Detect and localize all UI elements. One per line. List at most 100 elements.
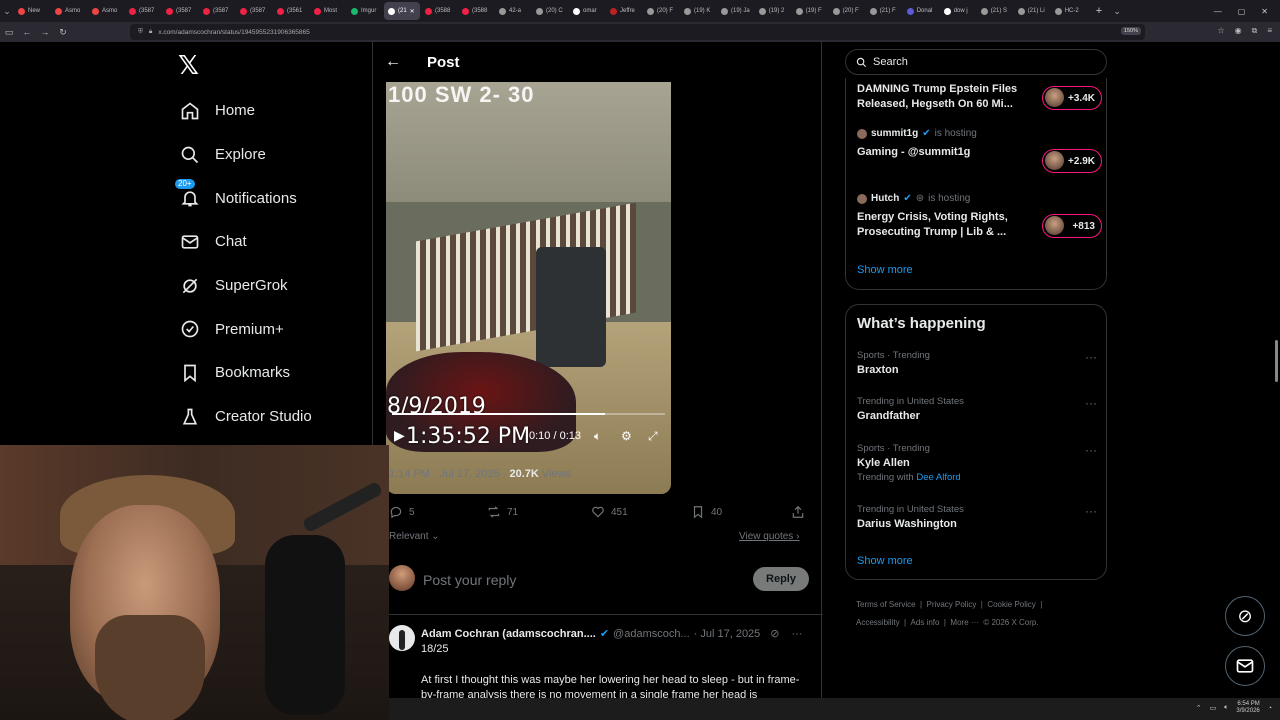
video-progress-bar[interactable] [392,413,665,415]
browser-tab[interactable]: (20) C [532,2,568,20]
reply-submit-button[interactable]: Reply [753,567,809,591]
more-options-icon[interactable]: ··· [792,628,803,640]
browser-tab[interactable]: (21) Li [1014,2,1050,20]
bookmark-star-icon[interactable]: ☆ [1217,26,1224,36]
ads-info-link[interactable]: Ads info [911,618,940,627]
terms-link[interactable]: Terms of Service [856,600,916,609]
browser-tab[interactable]: (21 ✕ [384,2,420,20]
browser-tab[interactable]: (3587 [125,2,161,20]
browser-tab[interactable]: 42-a [495,2,531,20]
sidebar-item-premium[interactable]: Premium+ [178,307,312,351]
sidebar-item-chat[interactable]: Chat [178,220,312,264]
new-tab-button[interactable]: + [1096,5,1102,17]
more-options-icon[interactable]: ··· [1085,350,1097,364]
messages-fab-button[interactable] [1225,646,1265,686]
author-name[interactable]: Adam Cochran (adamscochran.... [421,628,596,640]
x-logo-icon[interactable]: 𝕏 [178,50,199,81]
close-window-icon[interactable]: ✕ [1261,7,1268,16]
tab-list-icon[interactable]: ⌄ [0,0,14,22]
trend-item[interactable]: Trending in United States Darius Washing… [857,504,1097,530]
clock[interactable]: 6:54 PM 3/9/2026 [1236,701,1259,715]
search-input[interactable]: Search [845,49,1107,75]
forward-icon[interactable]: → [36,27,54,37]
trend-with-link[interactable]: Dee Alford [916,472,960,483]
space-item[interactable]: summit1g ✔ is hosting Gaming - @summit1g +… [857,128,1102,173]
sidebar-item-home[interactable]: Home [178,89,312,133]
browser-tab[interactable]: Imgur [347,2,383,20]
browser-tab[interactable]: (20) F [643,2,679,20]
sidebar-item-notifications[interactable]: 20+ Notifications [175,176,312,220]
play-icon[interactable]: ▶ [394,427,405,444]
sidebar-item-creator-studio[interactable]: Creator Studio [178,395,312,439]
reply-button[interactable]: 5 [389,505,415,519]
volume-icon[interactable]: 🔈︎ [594,429,601,444]
space-listeners-pill[interactable]: +2.9K [1042,149,1102,173]
reload-icon[interactable]: ↻ [54,27,72,38]
browser-tab[interactable]: (19) 2 [755,2,791,20]
url-bar[interactable]: ⛨ 🔒︎ x.com/adamscochran/status/194595523… [130,24,1145,40]
more-options-icon[interactable]: ··· [1085,396,1097,410]
video-player[interactable]: 100 SW 2- 30 8/9/2019 1:35:52 PM ▶ 0:10 … [386,82,671,494]
browser-tab[interactable]: (21) S [977,2,1013,20]
browser-tab[interactable]: (3587 [199,2,235,20]
browser-tab[interactable]: Most [310,2,346,20]
trend-item[interactable]: Trending in United States Grandfather ··… [857,396,1097,422]
browser-tab[interactable]: (19) Ja [717,2,754,20]
more-link[interactable]: More ··· [950,618,978,627]
browser-tab[interactable]: (3588 [421,2,457,20]
space-item[interactable]: DAMNING Trump Epstein Files Released, He… [857,82,1102,112]
browser-tab[interactable]: (3588 [458,2,494,20]
sidebar-item-explore[interactable]: Explore [178,133,312,177]
fullscreen-icon[interactable]: ⤢ [648,429,658,444]
more-options-icon[interactable]: ··· [1085,443,1097,457]
back-arrow-icon[interactable]: ← [373,53,413,71]
browser-tab[interactable]: Jeffre [606,2,642,20]
repost-button[interactable]: 71 [487,505,518,519]
minimize-icon[interactable]: — [1214,7,1222,16]
browser-tab[interactable]: dow j [940,2,976,20]
show-more-link[interactable]: Show more [857,555,913,567]
browser-tab[interactable]: HC-2 [1051,2,1087,20]
trend-item[interactable]: Sports · Trending Braxton ··· [857,350,1097,376]
avatar[interactable] [389,625,415,651]
sidebar-item-bookmarks[interactable]: Bookmarks [178,351,312,395]
post-timestamp[interactable]: 1:14 PM · Jul 17, 2025 · [389,468,509,480]
bookmark-button[interactable]: 40 [691,505,722,519]
browser-tab[interactable]: (19) K [680,2,716,20]
tab-overflow-icon[interactable]: ⌄ [1110,0,1124,22]
author-handle[interactable]: @adamscoch... [613,628,690,640]
sidebar-toggle-icon[interactable]: ▭ [0,27,18,38]
browser-tab[interactable]: (3561 [273,2,309,20]
like-button[interactable]: 451 [591,505,628,519]
reply-input[interactable]: Post your reply [423,572,516,588]
browser-tab[interactable]: Donal [903,2,939,20]
tweet-date[interactable]: · Jul 17, 2025 [694,628,761,640]
sidebar-item-supergrok[interactable]: SuperGrok [178,264,312,308]
menu-icon[interactable]: ≡ [1267,26,1272,36]
speaker-icon[interactable]: 🔈︎ [1224,704,1228,712]
browser-tab[interactable]: (19) F [792,2,828,20]
network-icon[interactable]: ▭ [1210,704,1217,712]
accessibility-link[interactable]: Accessibility [856,618,900,627]
space-listeners-pill[interactable]: +3.4K [1042,86,1102,110]
grok-fab-button[interactable]: ⊘ [1225,596,1265,636]
browser-tab[interactable]: (21) F [866,2,902,20]
account-icon[interactable]: ◉ [1235,26,1242,36]
url-text[interactable]: x.com/adamscochran/status/19459552319063… [158,29,309,36]
trend-item[interactable]: Sports · Trending Kyle Allen Trending wi… [857,443,1097,483]
notification-bell-icon[interactable]: ◔ [1268,705,1272,712]
back-icon[interactable]: ← [18,27,36,37]
reply-sort-dropdown[interactable]: Relevant ⌄ [389,531,440,542]
view-quotes-link[interactable]: View quotes › [739,531,799,542]
maximize-icon[interactable]: ▢ [1238,7,1246,16]
zoom-level[interactable]: 150% [1120,27,1141,35]
space-listeners-pill[interactable]: +813 [1042,214,1102,238]
privacy-link[interactable]: Privacy Policy [927,600,977,609]
browser-tab[interactable]: (20) F [829,2,865,20]
more-options-icon[interactable]: ··· [1085,504,1097,518]
space-item[interactable]: Hutch ✔ ⊛ is hosting Energy Crisis, Voting … [857,193,1102,240]
show-more-link[interactable]: Show more [857,264,913,276]
grok-icon[interactable]: ⊘ [770,627,779,640]
tray-chevron-icon[interactable]: ⌃ [1196,704,1202,712]
browser-tab[interactable]: omar [569,2,605,20]
